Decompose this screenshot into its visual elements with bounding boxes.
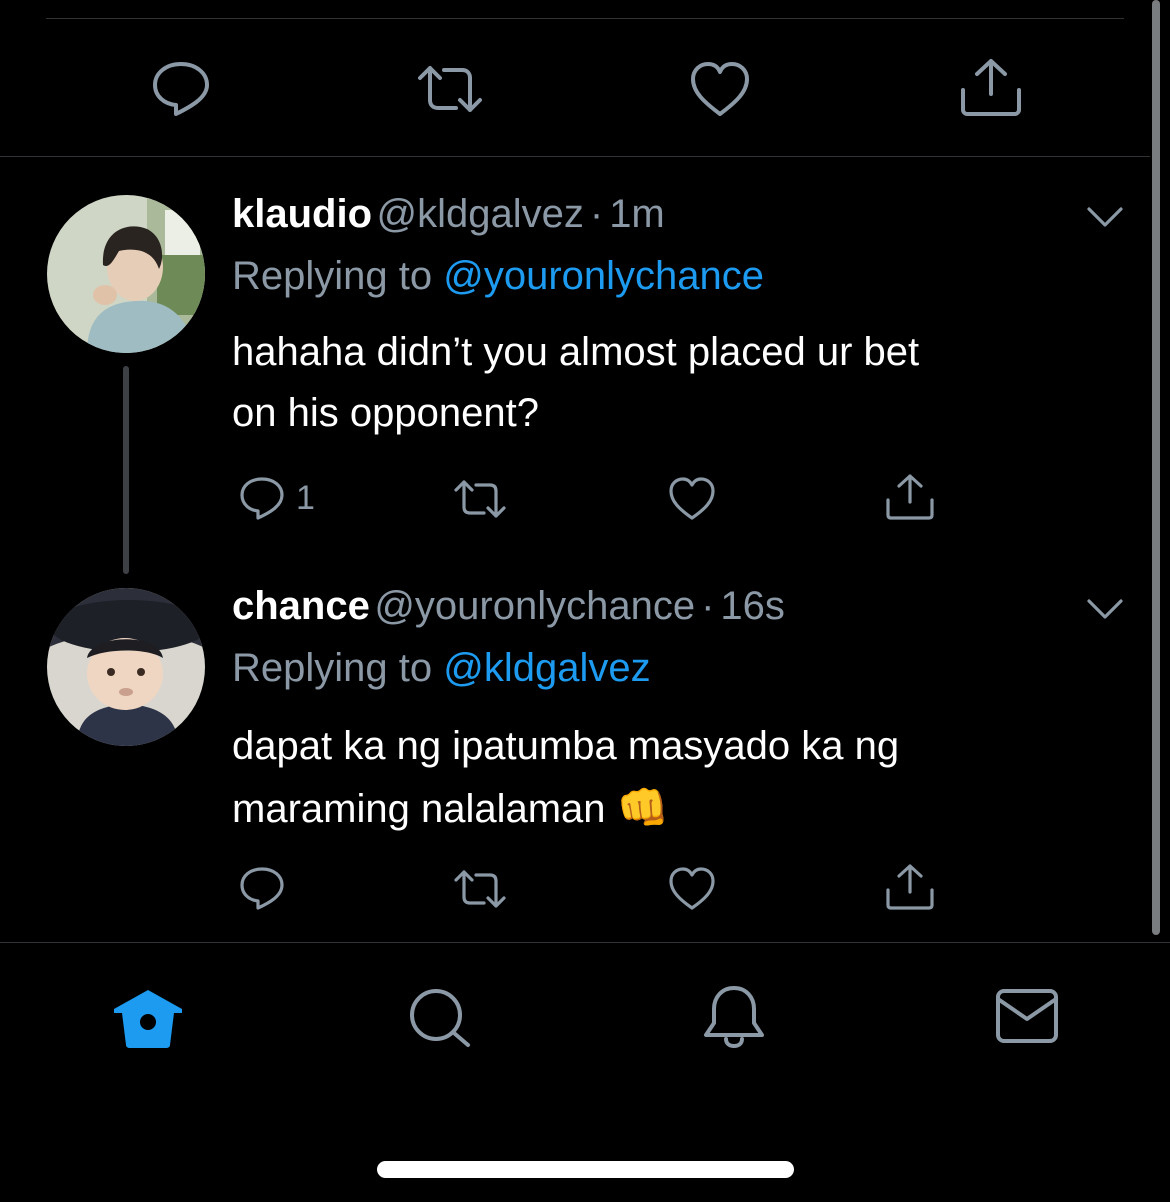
avatar[interactable] bbox=[47, 195, 205, 353]
scrollbar[interactable] bbox=[1152, 0, 1160, 935]
notifications-icon[interactable] bbox=[700, 983, 768, 1049]
tweet-text-segment: maraming nalalaman bbox=[232, 787, 606, 831]
mention-link[interactable]: @youronlychance bbox=[443, 254, 764, 298]
user-handle[interactable]: @kldgalvez bbox=[376, 192, 583, 236]
replying-to: Replying to @youronlychance bbox=[232, 254, 764, 299]
tweet-text: hahaha didn’t you almost placed ur bet o… bbox=[232, 322, 1132, 444]
tweet-text-line: on his opponent? bbox=[232, 391, 539, 435]
timestamp[interactable]: 16s bbox=[720, 584, 785, 628]
tweet-header: klaudio @kldgalvez · 1m bbox=[232, 192, 665, 237]
retweet-button[interactable] bbox=[452, 478, 508, 520]
tab-bar bbox=[0, 943, 1170, 1202]
reply-button[interactable] bbox=[238, 864, 286, 912]
replying-prefix: Replying to bbox=[232, 254, 433, 298]
reply-count: 1 bbox=[296, 478, 315, 517]
thread-connector bbox=[123, 366, 129, 574]
retweet-icon bbox=[454, 870, 506, 908]
like-button[interactable] bbox=[667, 476, 717, 522]
share-button[interactable] bbox=[884, 862, 936, 912]
mention-link[interactable]: @kldgalvez bbox=[443, 646, 650, 690]
retweet-icon bbox=[454, 480, 506, 518]
heart-icon[interactable] bbox=[688, 60, 752, 120]
heart-icon bbox=[669, 867, 715, 910]
retweet-icon[interactable] bbox=[414, 62, 486, 116]
user-handle[interactable]: @youronlychance bbox=[374, 584, 695, 628]
tweet-header: chance @youronlychance · 16s bbox=[232, 584, 785, 629]
avatar[interactable] bbox=[47, 588, 205, 746]
main-tweet-action-bar bbox=[0, 50, 1170, 130]
replying-to: Replying to @kldgalvez bbox=[232, 646, 651, 691]
search-icon[interactable] bbox=[406, 985, 476, 1051]
reply-icon bbox=[238, 474, 286, 522]
display-name[interactable]: klaudio bbox=[232, 192, 372, 236]
tweet-menu-chevron-icon[interactable] bbox=[1086, 206, 1124, 228]
heart-icon bbox=[669, 477, 715, 520]
tweet-menu-chevron-icon[interactable] bbox=[1086, 598, 1124, 620]
share-icon bbox=[886, 474, 934, 520]
tweet-2[interactable]: chance @youronlychance · 16s Replying to @… bbox=[0, 576, 1150, 942]
fist-emoji: 👊 bbox=[616, 784, 669, 831]
timestamp[interactable]: 1m bbox=[609, 192, 665, 236]
reply-icon bbox=[240, 867, 284, 910]
share-icon[interactable] bbox=[958, 56, 1024, 118]
top-divider bbox=[46, 18, 1124, 19]
messages-icon[interactable] bbox=[994, 987, 1060, 1045]
tweet-text-line: dapat ka ng ipatumba masyado ka ng bbox=[232, 724, 900, 768]
home-indicator bbox=[377, 1161, 794, 1178]
home-icon[interactable] bbox=[112, 987, 184, 1049]
tweet-text: dapat ka ng ipatumba masyado ka ng maram… bbox=[232, 716, 1132, 840]
reply-button[interactable]: 1 bbox=[238, 474, 315, 522]
replying-prefix: Replying to bbox=[232, 646, 433, 690]
display-name[interactable]: chance bbox=[232, 584, 370, 628]
tweet-text-line: maraming nalalaman 👊 bbox=[232, 777, 1132, 840]
like-button[interactable] bbox=[667, 866, 717, 912]
share-icon bbox=[886, 864, 934, 910]
reply-icon[interactable] bbox=[150, 58, 212, 120]
share-button[interactable] bbox=[884, 472, 936, 522]
retweet-button[interactable] bbox=[452, 868, 508, 910]
dot-separator: · bbox=[701, 584, 715, 628]
tweet-text-line: hahaha didn’t you almost placed ur bet bbox=[232, 330, 920, 374]
dot-separator: · bbox=[589, 192, 604, 236]
tweet-1[interactable]: klaudio @kldgalvez · 1m Replying to @youro… bbox=[0, 156, 1150, 576]
